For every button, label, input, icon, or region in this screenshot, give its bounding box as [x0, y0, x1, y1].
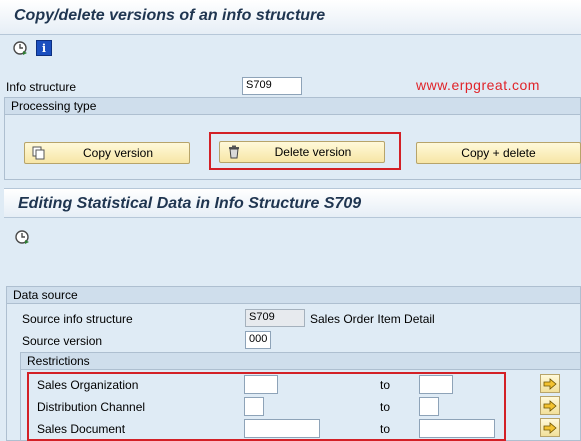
execute-clock-icon[interactable]	[12, 40, 28, 56]
source-version-label: Source version	[22, 334, 103, 348]
copy-version-label: Copy version	[82, 146, 154, 160]
info-structure-label: Info structure	[6, 80, 77, 94]
section2-title: Editing Statistical Data in Info Structu…	[18, 195, 362, 212]
execute-clock-icon[interactable]	[14, 229, 30, 245]
watermark-text: www.erpgreat.com	[416, 77, 540, 93]
info-structure-field[interactable]: S709	[242, 77, 302, 95]
sales-organization-to[interactable]	[419, 375, 453, 394]
restrictions-title: Restrictions	[27, 354, 90, 368]
section2-title-bar: Editing Statistical Data in Info Structu…	[4, 188, 581, 218]
copy-version-button[interactable]: Copy version	[24, 142, 190, 164]
arrow-right-icon	[543, 377, 557, 390]
delete-version-button[interactable]: Delete version	[219, 141, 385, 163]
distribution-channel-label: Distribution Channel	[37, 400, 146, 414]
arrow-right-icon	[543, 421, 557, 434]
data-source-title: Data source	[13, 288, 78, 302]
copy-delete-button[interactable]: Copy + delete	[416, 142, 581, 164]
source-version-field[interactable]: 000	[245, 331, 271, 349]
to-label: to	[380, 400, 391, 414]
sales-document-from[interactable]	[244, 419, 320, 438]
processing-type-title: Processing type	[11, 99, 97, 113]
distribution-channel-from[interactable]	[244, 397, 264, 416]
copy-icon	[31, 145, 47, 161]
restrictions-header: Restrictions	[20, 352, 581, 370]
sales-organization-from[interactable]	[244, 375, 278, 394]
source-info-structure-field: S709	[245, 309, 305, 327]
copy-delete-label: Copy + delete	[461, 146, 536, 160]
distribution-channel-to[interactable]	[419, 397, 439, 416]
sales-document-to[interactable]	[419, 419, 495, 438]
source-info-structure-desc: Sales Order Item Detail	[310, 312, 435, 326]
sales-document-label: Sales Document	[37, 422, 126, 436]
multiple-selection-button[interactable]	[540, 396, 560, 415]
to-label: to	[380, 422, 391, 436]
source-info-structure-label: Source info structure	[22, 312, 133, 326]
multiple-selection-button[interactable]	[540, 374, 560, 393]
sales-organization-label: Sales Organization	[37, 378, 139, 392]
page-title: Copy/delete versions of an info structur…	[14, 7, 326, 24]
processing-type-header: Processing type	[4, 97, 581, 115]
info-icon[interactable]: i	[36, 40, 52, 56]
delete-version-label: Delete version	[274, 145, 352, 159]
title-bar: Copy/delete versions of an info structur…	[0, 0, 581, 35]
to-label: to	[380, 378, 391, 392]
multiple-selection-button[interactable]	[540, 418, 560, 437]
trash-icon	[226, 144, 242, 160]
arrow-right-icon	[543, 399, 557, 412]
data-source-header: Data source	[6, 286, 581, 304]
